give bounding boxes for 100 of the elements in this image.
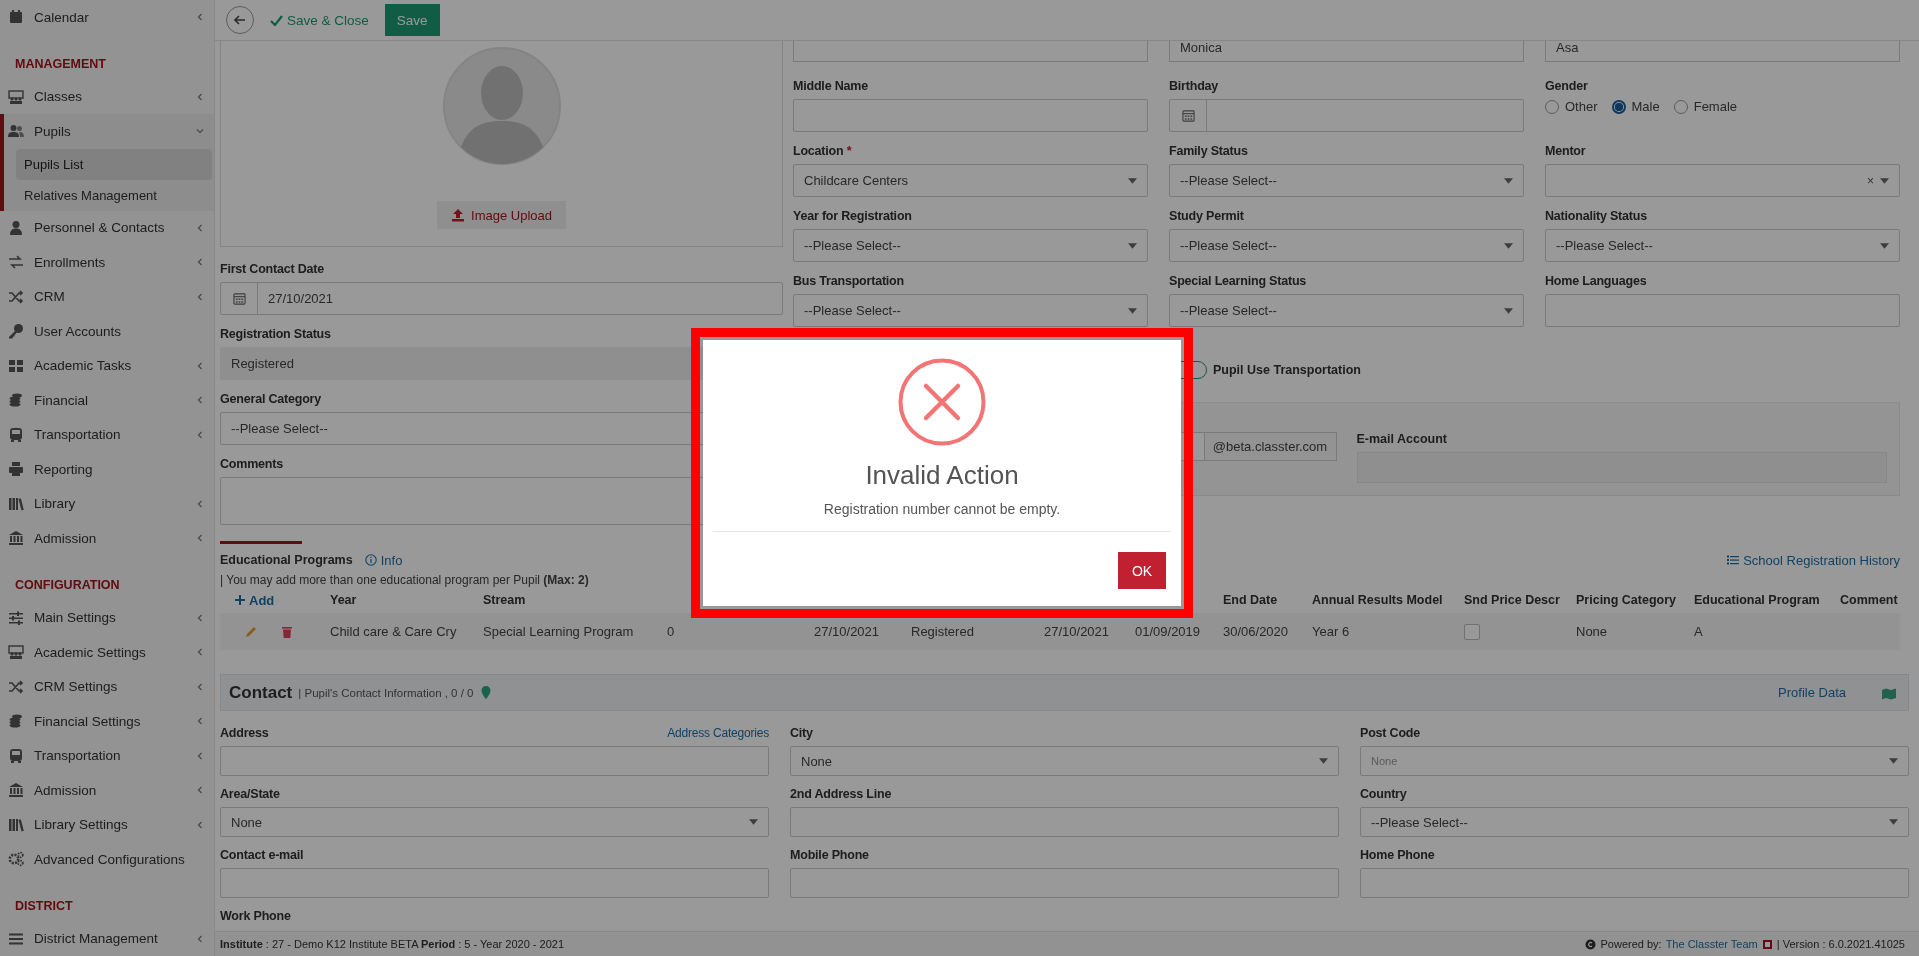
profile-data-link[interactable]: Profile Data	[1778, 685, 1846, 700]
person-icon	[8, 219, 24, 236]
pin-icon	[479, 686, 492, 699]
select-field[interactable]: Childcare Centers	[793, 164, 1148, 197]
printer-icon	[8, 461, 24, 478]
sidebar-item[interactable]: CRM	[0, 279, 214, 314]
text-field[interactable]: Asa	[1545, 41, 1900, 62]
sidebar-item[interactable]: User Accounts	[0, 314, 214, 349]
column-header: Annual Results Model	[1312, 593, 1443, 607]
checkbox[interactable]	[1464, 623, 1480, 640]
sidebar-item[interactable]: Library	[0, 486, 214, 521]
caret-icon	[1889, 819, 1898, 825]
field-label: Year for Registration	[793, 209, 912, 223]
text-field[interactable]	[793, 41, 1148, 62]
select-field[interactable]: --Please Select--	[1169, 164, 1524, 197]
radio-button[interactable]	[1611, 99, 1626, 114]
sidebar-item[interactable]: Financial Settings	[0, 704, 214, 739]
coins-icon	[8, 392, 24, 409]
column-header: Year	[330, 593, 357, 607]
field-label: Mentor	[1545, 144, 1586, 158]
sidebar-item[interactable]: Calendar	[0, 0, 214, 35]
select-field[interactable]: --Please Select--	[1169, 229, 1524, 262]
sidebar-item[interactable]: Transportation	[0, 738, 214, 773]
field-label: Mobile Phone	[790, 848, 869, 862]
image-upload-button[interactable]: Image Upload	[437, 201, 566, 229]
sidebar-subitem[interactable]: Relatives Management	[16, 179, 212, 211]
field-label: City	[790, 726, 813, 740]
text-field[interactable]	[790, 868, 1339, 898]
trash-icon[interactable]	[280, 624, 294, 639]
address-categories-link[interactable]: Address Categories	[667, 726, 769, 740]
sidebar-item[interactable]: Advanced Configurations	[0, 842, 214, 877]
sidebar-item[interactable]: Classes	[0, 79, 214, 114]
text-field[interactable]	[220, 868, 769, 898]
sidebar-item[interactable]: Admission	[0, 773, 214, 808]
sidebar-item[interactable]: District Management	[0, 921, 214, 956]
select-field[interactable]: --Please Select--	[793, 294, 1148, 327]
text-field[interactable]	[793, 99, 1148, 132]
select-field[interactable]: --Please Select--	[793, 229, 1148, 262]
field-label: Home Phone	[1360, 848, 1435, 862]
sidebar-item[interactable]: Financial	[0, 383, 214, 418]
sidebar-item[interactable]: Pupils	[4, 114, 214, 149]
date-field[interactable]: 27/10/2021	[220, 282, 783, 315]
shuffle-icon	[8, 678, 24, 695]
clear-icon[interactable]: ×	[1867, 173, 1874, 188]
field-label: Area/State	[220, 787, 280, 801]
field-label: Country	[1360, 787, 1407, 801]
column-header: Comment	[1840, 593, 1898, 607]
sidebar-item[interactable]: Academic Tasks	[0, 348, 214, 383]
select-field[interactable]: --Please Select--	[1545, 229, 1900, 262]
team-link[interactable]: The Classter Team	[1665, 938, 1758, 950]
date-field[interactable]	[1169, 99, 1524, 132]
text-field[interactable]: Monica	[1169, 41, 1524, 62]
section-heading: DISTRICT	[14, 898, 74, 915]
history-link[interactable]: School Registration History	[1727, 552, 1900, 568]
radio-label: Male	[1631, 99, 1660, 114]
sidebar-item[interactable]: Enrollments	[0, 245, 214, 280]
pencil-icon[interactable]	[244, 624, 258, 639]
upload-icon	[451, 208, 465, 222]
text-field[interactable]	[1360, 868, 1909, 898]
shuffle-icon	[8, 288, 24, 305]
table-cell: None	[1576, 624, 1608, 639]
select-field[interactable]: --Please Select--	[1360, 807, 1909, 837]
note-text: | You may add more than one educational program per Pupil (Max: 2)	[220, 573, 590, 587]
text-field[interactable]	[790, 807, 1339, 837]
caret-icon	[1504, 307, 1513, 314]
sidebar-item[interactable]: Reporting	[0, 452, 214, 487]
select-field[interactable]: --Please Select--	[1169, 294, 1524, 327]
info-link[interactable]: Info	[364, 552, 403, 568]
radio-button[interactable]	[1545, 99, 1559, 114]
select-field[interactable]: ×	[1545, 164, 1900, 197]
text-field[interactable]	[1545, 294, 1900, 327]
caret-icon	[1128, 242, 1137, 249]
sidebar-item[interactable]: Library Settings	[0, 807, 214, 842]
list-icon	[1727, 554, 1740, 566]
radio-button[interactable]	[1673, 99, 1688, 114]
sidebar-item[interactable]: Transportation	[0, 417, 214, 452]
save-button[interactable]: Save	[384, 4, 440, 36]
sidebar-item[interactable]: Academic Settings	[0, 635, 214, 670]
sidebar-item[interactable]: CRM Settings	[0, 669, 214, 704]
key-icon	[8, 323, 24, 340]
select-field[interactable]: None	[790, 746, 1339, 776]
dialog-title: Invalid Action	[865, 460, 1019, 491]
caret-icon	[1319, 758, 1328, 764]
ok-button[interactable]: OK	[1118, 552, 1166, 589]
select-field[interactable]: None	[220, 807, 769, 837]
table-cell: Special Learning Program	[483, 624, 634, 639]
field-label: Contact e-mail	[220, 848, 304, 862]
text-field[interactable]	[220, 746, 769, 776]
add-link[interactable]: Add	[234, 592, 275, 608]
table-cell: 27/10/2021	[814, 624, 880, 639]
books-icon	[8, 495, 24, 512]
sidebar-subitem[interactable]: Pupils List	[16, 148, 212, 180]
sidebar-item[interactable]: Admission	[0, 521, 214, 556]
info-icon	[364, 554, 377, 566]
radio-label: Female	[1693, 99, 1738, 114]
back-button[interactable]	[226, 6, 254, 34]
sidebar-item[interactable]: Main Settings	[0, 600, 214, 635]
save-close-button[interactable]: Save & Close	[264, 12, 375, 28]
radio-label: Other	[1565, 99, 1598, 114]
field-label: Pupil Use Transportation	[1213, 362, 1361, 377]
